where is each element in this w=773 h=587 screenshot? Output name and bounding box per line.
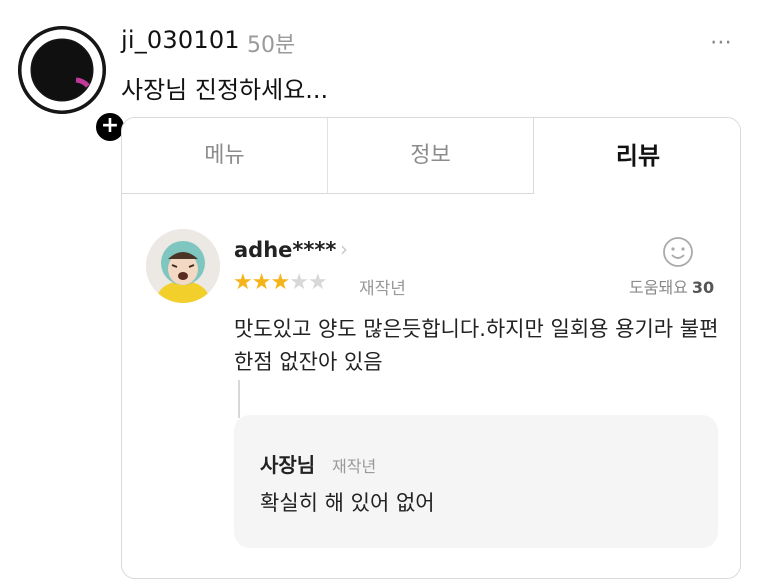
- review-card: 메뉴 정보 리뷰 adhe**** › ★★★★★ 재작년 도움돼요 30 맛도있…: [121, 117, 741, 579]
- star-icon-empty: ★: [307, 270, 328, 295]
- post-username[interactable]: ji_030101: [121, 26, 240, 54]
- review-date: 재작년: [359, 279, 406, 299]
- reply-author: 사장님: [260, 453, 316, 477]
- reviewer-avatar: [146, 229, 220, 303]
- post-time: 50분: [247, 33, 296, 58]
- reply-connector: [238, 380, 278, 418]
- smile-icon[interactable]: [662, 236, 694, 268]
- reply-text: 확실히 해 있어 없어: [260, 491, 435, 515]
- owner-reply: 사장님 재작년 확실히 해 있어 없어: [234, 415, 718, 548]
- star-icon-empty: ★: [289, 270, 309, 295]
- tab-info[interactable]: 정보: [328, 118, 534, 194]
- star-icon-filled: ★: [233, 270, 253, 295]
- tab-menu[interactable]: 메뉴: [122, 118, 328, 194]
- helpful-count: 30: [691, 278, 715, 297]
- tab-reviews[interactable]: 리뷰: [534, 118, 740, 194]
- rating-stars: ★★★★★: [233, 270, 328, 295]
- review-text: 맛도있고 양도 많은듯합니다.하지만 일회용 용기라 불편한점 없잔아 있음: [234, 317, 719, 374]
- tab-bar: 메뉴 정보 리뷰: [122, 118, 740, 194]
- avatar-image: [18, 26, 106, 114]
- more-options-icon[interactable]: ⋯: [710, 30, 734, 55]
- post-caption: 사장님 진정하세요...: [121, 76, 329, 104]
- profile-avatar[interactable]: +: [18, 26, 127, 144]
- chevron-right-icon[interactable]: ›: [340, 237, 348, 261]
- helpful-button[interactable]: 도움돼요 30: [629, 274, 714, 298]
- helpful-label: 도움돼요: [629, 278, 688, 297]
- star-icon-filled: ★: [251, 270, 272, 295]
- star-icon-filled: ★: [270, 270, 290, 295]
- reviewer-name[interactable]: adhe****: [234, 238, 336, 262]
- reply-date: 재작년: [332, 457, 377, 476]
